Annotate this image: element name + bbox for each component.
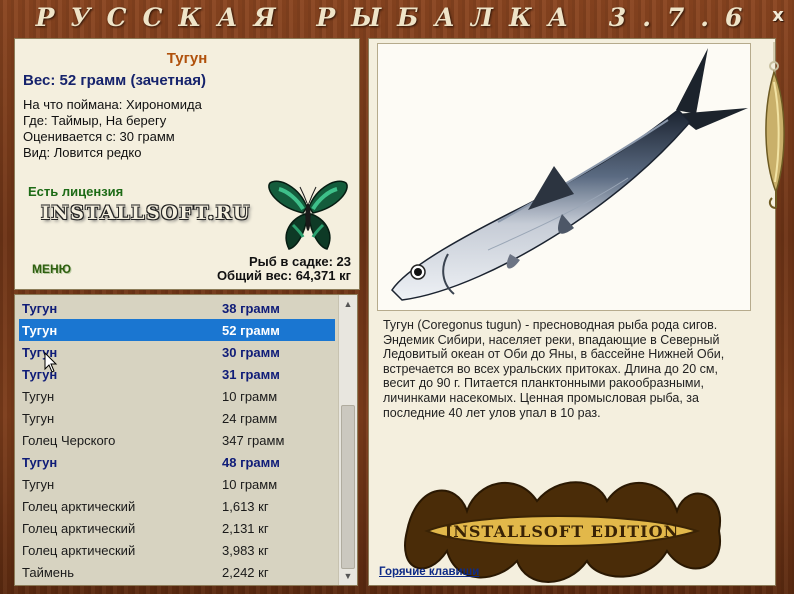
list-item-name: Таймень [22, 565, 74, 580]
list-item-weight: 10 грамм [222, 389, 278, 404]
list-item-weight: 1,613 кг [222, 499, 269, 514]
list-scrollbar[interactable]: ▲ ▼ [338, 295, 357, 585]
fish-photo [377, 43, 751, 311]
window-title: РУССКАЯ РЫБАЛКА 3.7.6 [35, 2, 759, 32]
scroll-up-icon[interactable]: ▲ [341, 297, 355, 311]
fish-detail-panel: Тугун (Coregonus tugun) - пресноводная р… [368, 38, 776, 586]
scroll-down-icon[interactable]: ▼ [341, 569, 355, 583]
menu-button[interactable]: МЕНЮ [32, 262, 71, 276]
list-item-name: Голец арктический [22, 543, 136, 558]
list-item-name: Тугун [22, 389, 55, 404]
list-item-weight: 347 грамм [222, 433, 285, 448]
list-item-name: Тугун [22, 301, 58, 316]
list-item[interactable]: Тугун 31 грамм [19, 363, 335, 385]
mouse-cursor-icon [44, 352, 58, 373]
list-item-name: Тугун [22, 455, 58, 470]
list-item-name: Голец арктический [22, 499, 136, 514]
list-item[interactable]: Голец Черского 347 грамм [19, 429, 335, 451]
list-item-name: Тугун [22, 411, 55, 426]
list-item-weight: 31 грамм [222, 367, 280, 382]
installsoft-logo: INSTALLSOFT.RU [41, 202, 251, 224]
list-item-weight: 2,242 кг [222, 565, 269, 580]
butterfly-icon [268, 180, 348, 250]
emblem-text: INSTALLSOFT EDITION [445, 522, 679, 541]
detail-location: Где: Таймыр, На берегу [23, 113, 167, 128]
list-item-weight: 3,983 кг [222, 543, 269, 558]
list-item[interactable]: Голец арктический 2,131 кг [19, 517, 335, 539]
catch-list[interactable]: Тугун 38 грамм Тугун 52 грамм Тугун 30 грам… [14, 294, 358, 586]
list-item[interactable]: Тугун 38 грамм [19, 297, 335, 319]
list-item-weight: 10 грамм [222, 477, 278, 492]
hotkeys-link[interactable]: Горячие клавиши [379, 566, 479, 578]
list-item-name: Тугун [22, 477, 55, 492]
list-item[interactable]: Таймень 2,242 кг [19, 561, 335, 583]
list-item-name: Голец арктический [22, 521, 136, 536]
list-item-weight: 52 грамм [222, 323, 280, 338]
total-weight: Общий вес: 64,371 кг [216, 268, 351, 283]
list-item-weight: 38 грамм [222, 301, 280, 316]
title-bar: РУССКАЯ РЫБАЛКА 3.7.6 [0, 0, 794, 34]
fishing-lure-icon [765, 42, 785, 209]
license-status: Есть лицензия [28, 184, 124, 199]
fish-info-panel: Тугун Вес: 52 грамм (зачетная) На что по… [14, 38, 360, 290]
list-item[interactable]: Голец арктический 1,613 кг [19, 495, 335, 517]
fish-weight: Вес: 52 грамм (зачетная) [23, 72, 207, 89]
list-item-weight: 30 грамм [222, 345, 280, 360]
detail-rarity: Вид: Ловится редко [23, 145, 142, 160]
list-item[interactable]: Тугун 30 грамм [19, 341, 335, 363]
list-item-name: Голец Черского [22, 433, 116, 448]
fish-description: Тугун (Coregonus tugun) - пресноводная р… [383, 318, 725, 420]
list-item[interactable]: Тугун 52 грамм [19, 319, 335, 341]
fish-name: Тугун [166, 50, 208, 67]
list-item-name: Тугун [22, 323, 58, 338]
list-item-weight: 24 грамм [222, 411, 278, 426]
scroll-thumb[interactable] [341, 405, 355, 569]
keepnet-count: Рыб в садке: 23 [248, 254, 351, 269]
list-item[interactable]: Тугун 24 грамм [19, 407, 335, 429]
detail-bait: На что поймана: Хирономида [23, 97, 202, 112]
list-item[interactable]: Тугун 10 грамм [19, 473, 335, 495]
list-item[interactable]: Тугун 10 грамм [19, 385, 335, 407]
close-button[interactable]: x [768, 6, 788, 26]
list-item-weight: 48 грамм [222, 455, 280, 470]
detail-min-weight: Оценивается с: 30 грамм [23, 129, 175, 144]
list-item[interactable]: Голец арктический 3,983 кг [19, 539, 335, 561]
list-item-weight: 2,131 кг [222, 521, 269, 536]
list-item[interactable]: Тугун 48 грамм [19, 451, 335, 473]
